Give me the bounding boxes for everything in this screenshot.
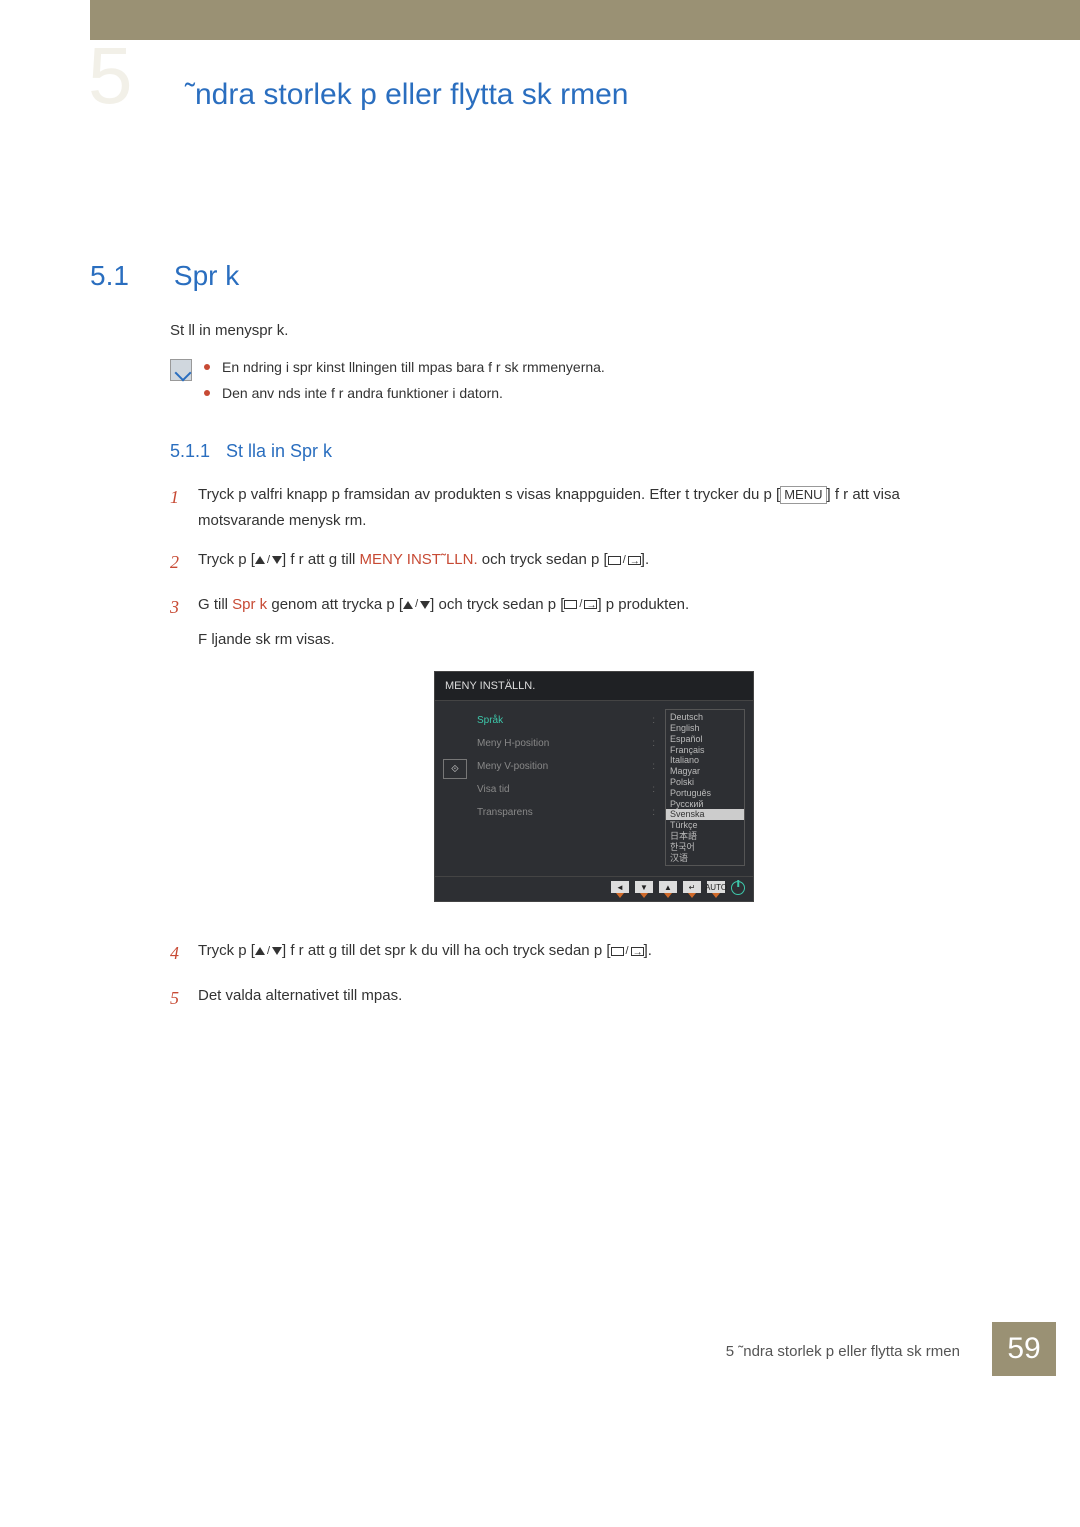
- step-5: 5 Det valda alternativet till mpas.: [170, 983, 990, 1014]
- up-down-icon: /: [255, 942, 282, 961]
- step-text: ].: [641, 551, 649, 568]
- osd-footer-left-icon: ◄: [611, 881, 629, 893]
- page-content: 5.1 Spr k St ll in menyspr k. En ndring …: [0, 130, 1080, 1014]
- step-number: 5: [170, 983, 184, 1014]
- section-heading: 5.1 Spr k: [90, 260, 990, 292]
- step-number: 4: [170, 938, 184, 969]
- note-block: En ndring i spr kinst llningen till mpas…: [170, 359, 990, 411]
- source-enter-icon: /: [608, 551, 641, 570]
- osd-footer-power-icon: [731, 881, 745, 895]
- osd-language-option: 日本語: [666, 831, 744, 842]
- osd-language-option: Türkçe: [666, 820, 744, 831]
- step-highlight: MENY INST˜LLN.: [360, 551, 478, 568]
- section-intro: St ll in menyspr k.: [170, 322, 990, 339]
- note-icon: [170, 359, 192, 381]
- osd-language-option-selected: Svenska: [666, 809, 744, 820]
- subsection-number: 5.1.1: [170, 441, 210, 461]
- subsection-heading: 5.1.1 St lla in Spr k: [170, 441, 990, 462]
- osd-footer-up-icon: ▲: [659, 881, 677, 893]
- page-number: 59: [992, 1322, 1056, 1376]
- up-down-icon: /: [403, 595, 430, 614]
- osd-title: MENY INSTÄLLN.: [435, 672, 753, 702]
- source-enter-icon: /: [611, 942, 644, 961]
- osd-menu-item: Språk:: [477, 709, 655, 732]
- step-text: Tryck p valfri knapp p framsidan av prod…: [198, 486, 780, 503]
- osd-language-list: Deutsch English Español Français Italian…: [665, 709, 745, 866]
- step-text: Det valda alternativet till mpas.: [198, 987, 402, 1004]
- chapter-title: ˜ndra storlek p eller flytta sk rmen: [185, 78, 628, 112]
- step-3: 3 G till Spr k genom att trycka p [/] oc…: [170, 592, 990, 925]
- step-text: och tryck sedan p [: [478, 551, 608, 568]
- step-body: Det valda alternativet till mpas.: [198, 983, 990, 1014]
- section-number: 5.1: [90, 260, 170, 292]
- note-list: En ndring i spr kinst llningen till mpas…: [204, 359, 605, 411]
- osd-language-option: Português: [666, 788, 744, 799]
- step-2: 2 Tryck p [/] f r att g till MENY INST˜L…: [170, 547, 990, 578]
- footer-chapter-ref: 5 ˜ndra storlek p eller flytta sk rmen: [726, 1343, 960, 1360]
- source-enter-icon: /: [564, 595, 597, 614]
- osd-language-option: Русский: [666, 799, 744, 810]
- osd-language-option: 한국어: [666, 842, 744, 853]
- osd-menu-list: Språk: Meny H-position: Meny V-position:…: [477, 709, 655, 824]
- osd-footer-auto-button: AUTO: [707, 881, 725, 893]
- step-follow-text: F ljande sk rm visas.: [198, 627, 990, 653]
- header-bar: [0, 0, 1080, 40]
- header-tab-spacer: [0, 0, 90, 40]
- step-1: 1 Tryck p valfri knapp p framsidan av pr…: [170, 482, 990, 533]
- step-text: genom att trycka p [: [267, 596, 403, 613]
- page-footer: 5 ˜ndra storlek p eller flytta sk rmen 5…: [0, 1314, 1080, 1384]
- osd-language-option: Magyar: [666, 766, 744, 777]
- step-4: 4 Tryck p [/] f r att g till det spr k d…: [170, 938, 990, 969]
- step-text: Tryck p [: [198, 942, 255, 959]
- step-text: ] f r att g till det spr k du vill ha oc…: [282, 942, 610, 959]
- step-body: Tryck p valfri knapp p framsidan av prod…: [198, 482, 990, 533]
- step-body: G till Spr k genom att trycka p [/] och …: [198, 592, 990, 925]
- menu-button-label: MENU: [780, 486, 826, 504]
- step-text: Tryck p [: [198, 551, 255, 568]
- osd-category-icon: ⟐: [443, 759, 467, 779]
- steps-list: 1 Tryck p valfri knapp p framsidan av pr…: [170, 482, 990, 1014]
- subsection-name: St lla in Spr k: [226, 441, 332, 461]
- osd-language-option: English: [666, 723, 744, 734]
- step-number: 1: [170, 482, 184, 533]
- osd-language-option: 汉语: [666, 853, 744, 864]
- osd-menu-item: Meny V-position:: [477, 755, 655, 778]
- note-item: En ndring i spr kinst llningen till mpas…: [204, 359, 605, 375]
- step-number: 3: [170, 592, 184, 925]
- osd-language-option: Français: [666, 745, 744, 756]
- step-number: 2: [170, 547, 184, 578]
- osd-footer-enter-icon: ↵: [683, 881, 701, 893]
- note-item: Den anv nds inte f r andra funktioner i …: [204, 385, 605, 401]
- osd-footer-buttons: ◄ ▼ ▲ ↵ AUTO: [435, 876, 753, 901]
- osd-language-option: Deutsch: [666, 712, 744, 723]
- step-text: ] f r att g till: [282, 551, 360, 568]
- step-highlight: Spr k: [232, 596, 267, 613]
- osd-footer-down-icon: ▼: [635, 881, 653, 893]
- osd-language-option: Italiano: [666, 755, 744, 766]
- step-text: ].: [644, 942, 652, 959]
- osd-body: ⟐ Språk: Meny H-position: Meny V-positio…: [435, 701, 753, 876]
- chapter-number: 5: [88, 30, 133, 122]
- up-down-icon: /: [255, 551, 282, 570]
- osd-panel: MENY INSTÄLLN. ⟐ Språk: Meny H-position:…: [434, 671, 754, 903]
- step-body: Tryck p [/] f r att g till det spr k du …: [198, 938, 990, 969]
- osd-screenshot: MENY INSTÄLLN. ⟐ Språk: Meny H-position:…: [198, 671, 990, 903]
- step-text: G till: [198, 596, 232, 613]
- osd-menu-item: Transparens:: [477, 801, 655, 824]
- step-text: ] p produkten.: [597, 596, 689, 613]
- step-text: ] och tryck sedan p [: [430, 596, 564, 613]
- section-name: Spr k: [174, 260, 239, 291]
- osd-language-option: Español: [666, 734, 744, 745]
- step-body: Tryck p [/] f r att g till MENY INST˜LLN…: [198, 547, 990, 578]
- osd-menu-item: Meny H-position:: [477, 732, 655, 755]
- chapter-title-wrap: 5 ˜ndra storlek p eller flytta sk rmen: [0, 40, 1080, 130]
- osd-menu-item: Visa tid:: [477, 778, 655, 801]
- osd-language-option: Polski: [666, 777, 744, 788]
